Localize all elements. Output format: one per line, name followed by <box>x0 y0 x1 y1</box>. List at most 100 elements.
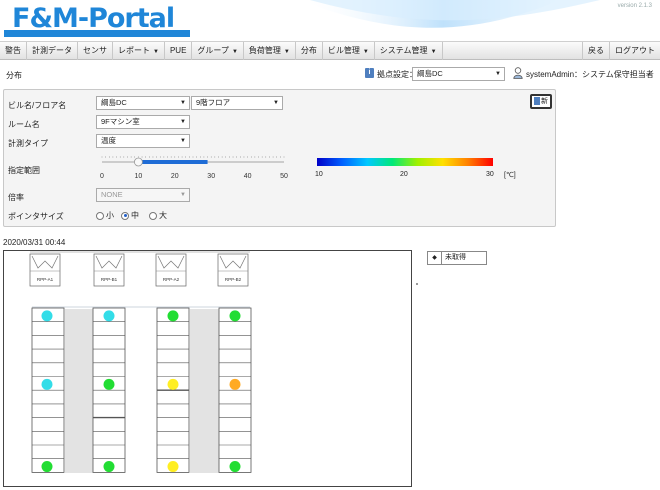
cold-aisle <box>190 309 219 473</box>
chevron-down-icon: ▼ <box>180 138 186 144</box>
filter-panel: ビル名/フロア名 綱島DC ▼ 9階フロア ▼ 新 ルーム名 9Fマシン室 ▼ … <box>3 89 556 227</box>
sensor-point <box>167 378 179 390</box>
nav-item-label: ビル管理 <box>327 46 360 55</box>
pointer-size-label: ポインタサイズ <box>8 212 64 221</box>
rpp-unit: RPP-B2 <box>217 253 249 287</box>
rpp-unit: RPP-A2 <box>155 253 187 287</box>
slider-tick-label: 0 <box>100 173 104 180</box>
nav-right-item[interactable]: ログアウト <box>609 42 660 60</box>
slider-tick-label: 50 <box>280 173 288 180</box>
rpp-unit: RPP-B1 <box>93 253 125 287</box>
room-select[interactable]: 9Fマシン室 ▼ <box>96 115 190 129</box>
app-header: F&M-Portal version 2.1.3 <box>0 0 660 40</box>
rpp-unit-label: RPP-B1 <box>101 277 118 282</box>
separator-dot <box>416 283 418 285</box>
site-info-icon: i <box>365 68 374 78</box>
slider-tick-label: 40 <box>244 173 252 180</box>
nav-item[interactable]: 負荷管理 ▼ <box>244 42 296 60</box>
sensor-point <box>167 310 179 322</box>
range-label: 指定範囲 <box>8 166 40 175</box>
site-select-value: 綱島DC <box>417 69 443 78</box>
range-slider[interactable]: 0 10 20 30 40 50 <box>94 152 294 182</box>
measurement-timestamp: 2020/03/31 00:44 <box>3 238 66 247</box>
legend-marker-icon: ◆ <box>428 252 442 264</box>
nav-item[interactable]: システム管理 ▼ <box>375 42 443 60</box>
chevron-down-icon: ▼ <box>180 100 186 106</box>
scale-select[interactable]: NONE ▼ <box>96 188 190 202</box>
nav-item-label: 計測データ <box>32 46 72 55</box>
nav-item[interactable]: レポート ▼ <box>113 42 165 60</box>
legend-label: 未取得 <box>445 254 466 261</box>
site-select[interactable]: 綱島DC ▼ <box>412 67 505 81</box>
version-label: version 2.1.3 <box>617 3 652 9</box>
rack-column <box>218 307 252 473</box>
radio-icon <box>149 211 157 220</box>
pointer-size-small-label: 小 <box>106 211 114 220</box>
site-setting-label: 拠点設定： <box>377 70 417 79</box>
slider-handle[interactable] <box>134 157 143 167</box>
nav-item-label: 分布 <box>300 46 317 55</box>
pointer-size-medium-label: 中 <box>131 211 139 220</box>
nav-item[interactable]: PUE <box>165 42 193 60</box>
sensor-point <box>41 378 53 390</box>
user-label: systemAdmin：システム保守担当者 <box>526 70 654 79</box>
nav-item[interactable]: 計測データ <box>27 42 78 60</box>
main-navbar: 警告 計測データ センサ レポート ▼ PUE グループ ▼ 負荷管理 ▼ 分布 ビル管理 ▼ システム管… <box>0 41 660 60</box>
nav-item[interactable]: グループ ▼ <box>192 42 244 60</box>
chevron-down-icon: ▼ <box>153 49 159 55</box>
nav-item[interactable]: センサ <box>78 42 113 60</box>
logo-text: F&M-Portal <box>12 3 175 34</box>
slider-tick-label: 20 <box>171 173 179 180</box>
measure-type-label: 計測タイプ <box>8 139 48 148</box>
nav-item[interactable]: 分布 <box>296 42 323 60</box>
sensor-point <box>103 310 115 322</box>
sub-header: 分布 i 拠点設定： 綱島DC ▼ systemAdmin：システム保守担当者 <box>0 62 660 82</box>
slider-tick-label: 10 <box>135 173 143 180</box>
building-select-value: 綱島DC <box>101 98 127 107</box>
sensor-point <box>229 461 241 473</box>
measure-type-select[interactable]: 温度 ▼ <box>96 134 190 148</box>
building-select[interactable]: 綱島DC ▼ <box>96 96 190 110</box>
nav-item[interactable]: 警告 <box>0 42 27 60</box>
refresh-icon <box>534 97 540 106</box>
update-button[interactable]: 新 <box>530 94 552 109</box>
sensor-point <box>167 461 179 473</box>
nav-item-label: PUE <box>169 46 187 55</box>
floor-select[interactable]: 9階フロア ▼ <box>191 96 283 110</box>
nav-item-label: 負荷管理 <box>248 46 281 55</box>
color-scale-tick: 20 <box>400 171 408 178</box>
rpp-unit-label: RPP-A1 <box>37 277 54 282</box>
cold-aisle <box>65 309 93 473</box>
chevron-down-icon: ▼ <box>273 100 279 106</box>
color-scale-tick: 30 <box>486 171 494 178</box>
chevron-down-icon: ▼ <box>180 119 186 125</box>
building-floor-label: ビル名/フロア名 <box>8 101 67 110</box>
pointer-size-medium[interactable]: 中 <box>121 210 139 221</box>
user-icon <box>513 67 523 79</box>
legend-unacquired[interactable]: ◆ 未取得 <box>427 251 487 265</box>
scale-select-value: NONE <box>101 190 123 199</box>
chevron-down-icon: ▼ <box>283 49 290 55</box>
chevron-down-icon: ▼ <box>495 71 501 77</box>
rpp-unit-label: RPP-A2 <box>163 277 180 282</box>
floor-select-value: 9階フロア <box>196 98 231 107</box>
radio-icon <box>96 211 104 220</box>
room-label: ルーム名 <box>8 120 40 129</box>
app-logo[interactable]: F&M-Portal <box>4 2 196 38</box>
page-title: 分布 <box>6 71 22 80</box>
chevron-down-icon: ▼ <box>180 192 186 198</box>
nav-item-label: 警告 <box>5 46 21 55</box>
pointer-size-small[interactable]: 小 <box>96 210 114 221</box>
rack-column <box>92 307 126 473</box>
measure-type-select-value: 温度 <box>101 136 116 145</box>
nav-item[interactable]: ビル管理 ▼ <box>323 42 375 60</box>
nav-item-label: センサ <box>83 46 107 55</box>
scale-label: 倍率 <box>8 193 24 202</box>
nav-right-item[interactable]: 戻る <box>582 42 609 60</box>
sensor-point <box>41 310 53 322</box>
rpp-unit-label: RPP-B2 <box>225 277 242 282</box>
pointer-size-large[interactable]: 大 <box>149 210 167 221</box>
chevron-down-icon: ▼ <box>362 49 369 55</box>
pointer-size-large-label: 大 <box>159 211 167 220</box>
